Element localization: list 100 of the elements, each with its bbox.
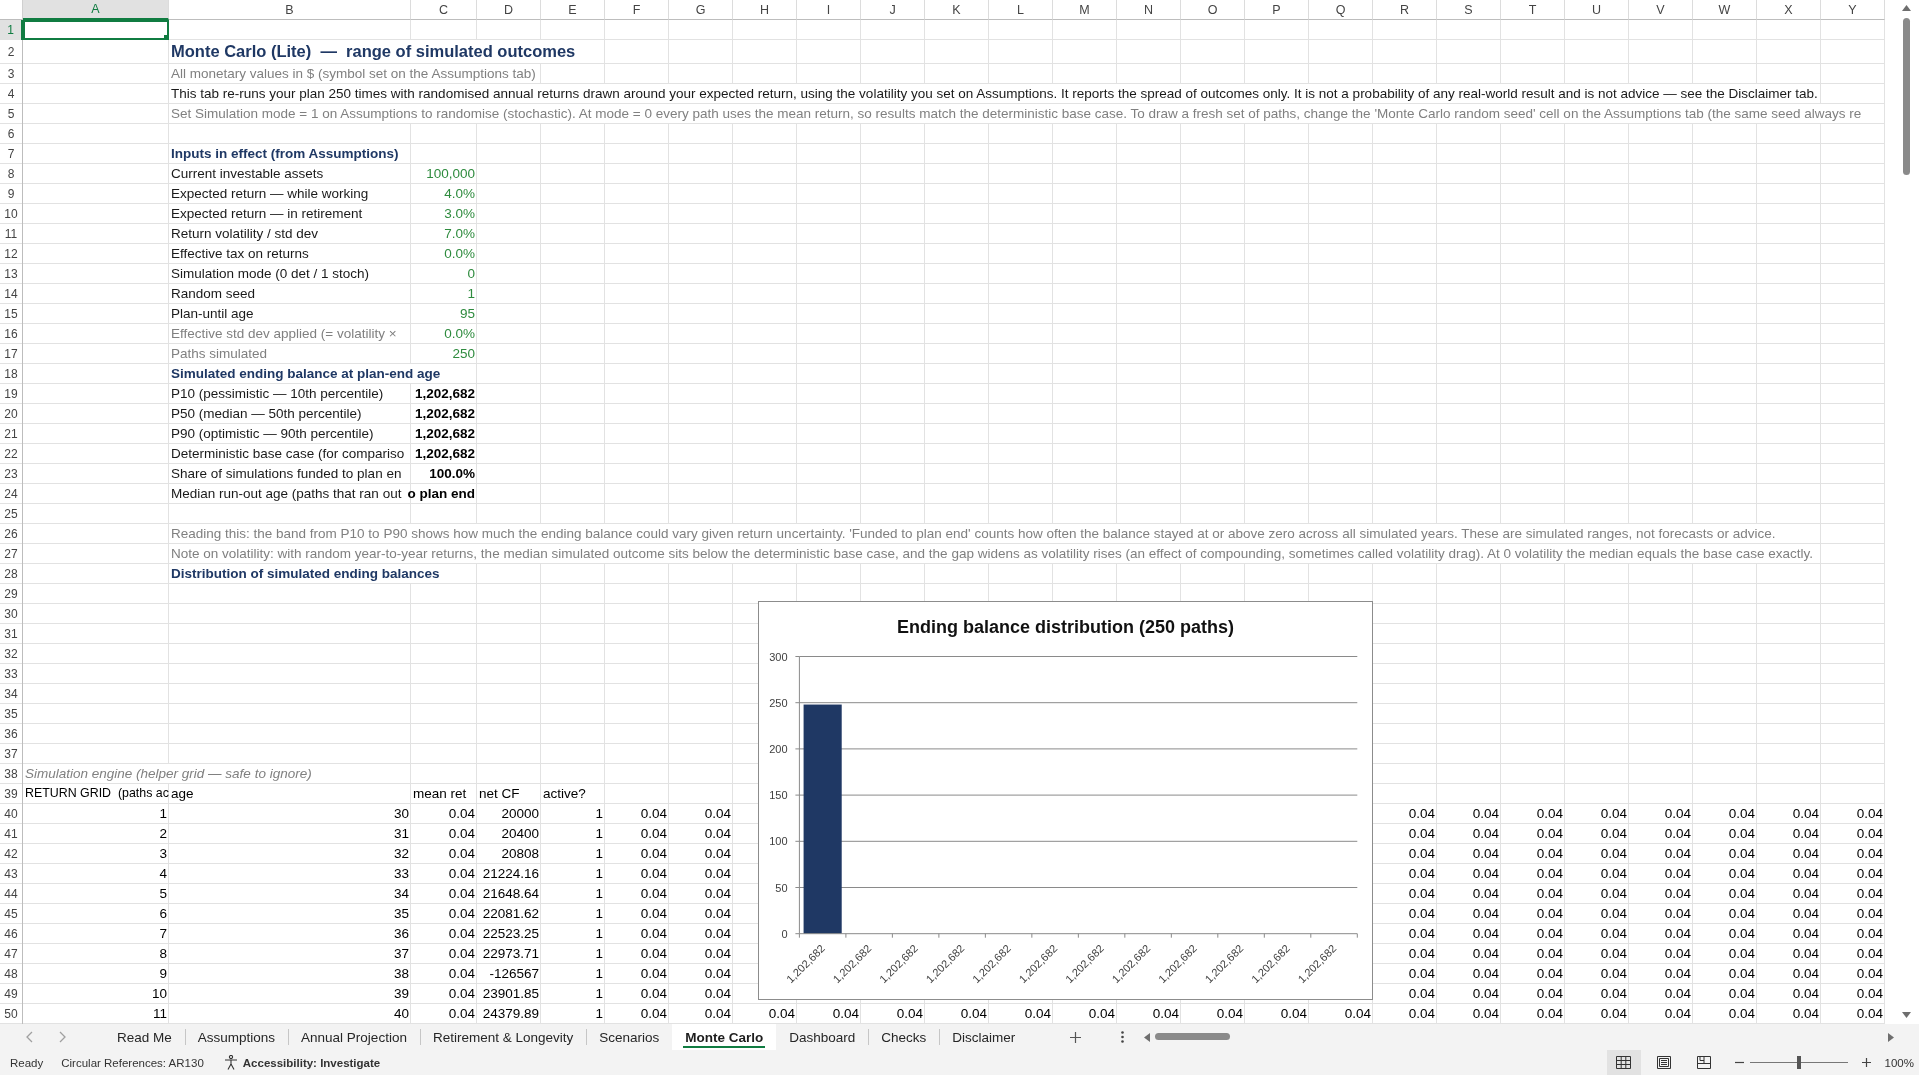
- row-header[interactable]: 2: [0, 40, 23, 64]
- column-header[interactable]: M: [1053, 0, 1117, 20]
- column-header[interactable]: W: [1693, 0, 1757, 20]
- column-header[interactable]: D: [477, 0, 541, 20]
- sheet-tab[interactable]: Dashboard: [776, 1024, 869, 1050]
- column-header[interactable]: Y: [1821, 0, 1885, 20]
- table-cell-text: 0.04: [1472, 825, 1499, 843]
- row-header[interactable]: 35: [0, 704, 23, 724]
- column-header[interactable]: S: [1437, 0, 1501, 20]
- column-header[interactable]: R: [1373, 0, 1437, 20]
- sheet-tab[interactable]: Read Me: [104, 1024, 185, 1050]
- table-cell-text: 0.04: [448, 925, 475, 943]
- table-cell-text: 22081.62: [482, 905, 539, 923]
- row-header[interactable]: 12: [0, 244, 23, 264]
- zoom-level[interactable]: 100%: [1884, 1056, 1914, 1069]
- column-header[interactable]: G: [669, 0, 733, 20]
- column-header[interactable]: N: [1117, 0, 1181, 20]
- row-header[interactable]: 10: [0, 204, 23, 224]
- row-header[interactable]: 7: [0, 144, 23, 164]
- column-header[interactable]: T: [1501, 0, 1565, 20]
- sheet-tab[interactable]: Monte Carlo: [672, 1024, 777, 1050]
- scrollbar-thumb[interactable]: [1902, 18, 1910, 175]
- status-text[interactable]: Circular References: AR130: [61, 1056, 204, 1069]
- row-header[interactable]: 28: [0, 564, 23, 584]
- column-header[interactable]: K: [925, 0, 989, 20]
- column-header[interactable]: V: [1629, 0, 1693, 20]
- row-header[interactable]: 37: [0, 744, 23, 764]
- arrow-up-icon[interactable]: [1901, 5, 1911, 11]
- row-header[interactable]: 38: [0, 764, 23, 784]
- column-header[interactable]: C: [411, 0, 477, 20]
- row-header[interactable]: 48: [0, 964, 23, 984]
- row-header[interactable]: 21: [0, 424, 23, 444]
- slider-thumb[interactable]: [1796, 1056, 1801, 1069]
- row-header[interactable]: 20: [0, 404, 23, 424]
- column-header[interactable]: P: [1245, 0, 1309, 20]
- table-cell-text: 0.04: [1472, 905, 1499, 923]
- column-header[interactable]: F: [605, 0, 669, 20]
- scrollbar-thumb[interactable]: [1155, 1033, 1231, 1040]
- column-header[interactable]: A: [23, 0, 169, 20]
- row-header[interactable]: 17: [0, 344, 23, 364]
- row-header[interactable]: 32: [0, 644, 23, 664]
- row-header[interactable]: 19: [0, 384, 23, 404]
- row-header[interactable]: 23: [0, 464, 23, 484]
- column-header[interactable]: L: [989, 0, 1053, 20]
- row-header[interactable]: 11: [0, 224, 23, 244]
- row-header[interactable]: 22: [0, 444, 23, 464]
- row-header[interactable]: 9: [0, 184, 23, 204]
- column-header[interactable]: Q: [1309, 0, 1373, 20]
- table-cell-text: 0.04: [1664, 825, 1691, 843]
- row-header[interactable]: 29: [0, 584, 23, 604]
- row-header[interactable]: 4: [0, 84, 23, 104]
- row-header[interactable]: 15: [0, 304, 23, 324]
- plus-icon[interactable]: [1070, 1031, 1082, 1043]
- row-header[interactable]: 45: [0, 904, 23, 924]
- row-header[interactable]: 41: [0, 824, 23, 844]
- accessibility-icon[interactable]: [223, 1055, 238, 1070]
- row-header[interactable]: 42: [0, 844, 23, 864]
- row-header[interactable]: 18: [0, 364, 23, 384]
- row-header[interactable]: 31: [0, 624, 23, 644]
- normal-view-button[interactable]: [1606, 1050, 1641, 1075]
- accessibility-status[interactable]: Accessibility: Investigate: [242, 1056, 381, 1069]
- row-header[interactable]: 1: [0, 20, 23, 40]
- more-dots-icon[interactable]: [1121, 1031, 1125, 1043]
- row-header[interactable]: 47: [0, 944, 23, 964]
- row-header[interactable]: 3: [0, 64, 23, 84]
- row-header[interactable]: 16: [0, 324, 23, 344]
- row-header[interactable]: 34: [0, 684, 23, 704]
- row-header[interactable]: 14: [0, 284, 23, 304]
- row-header[interactable]: 43: [0, 864, 23, 884]
- column-header[interactable]: J: [861, 0, 925, 20]
- column-header[interactable]: U: [1565, 0, 1629, 20]
- row-header[interactable]: 33: [0, 664, 23, 684]
- column-header[interactable]: B: [169, 0, 411, 20]
- row-header[interactable]: 24: [0, 484, 23, 504]
- row-header[interactable]: 40: [0, 804, 23, 824]
- column-header[interactable]: X: [1757, 0, 1821, 20]
- column-header[interactable]: I: [797, 0, 861, 20]
- row-header[interactable]: 25: [0, 504, 23, 524]
- column-header[interactable]: O: [1181, 0, 1245, 20]
- arrow-right-icon[interactable]: [1888, 1032, 1894, 1042]
- row-header[interactable]: 8: [0, 164, 23, 184]
- result-label: Deterministic base case (for compariso: [171, 445, 405, 463]
- row-header[interactable]: 39: [0, 784, 23, 804]
- row-header[interactable]: 46: [0, 924, 23, 944]
- row-header[interactable]: 30: [0, 604, 23, 624]
- row-header[interactable]: 26: [0, 524, 23, 544]
- row-header[interactable]: 49: [0, 984, 23, 1004]
- row-header[interactable]: 6: [0, 124, 23, 144]
- row-header[interactable]: 13: [0, 264, 23, 284]
- table-cell-text: 0.04: [1600, 925, 1627, 943]
- row-header[interactable]: 5: [0, 104, 23, 124]
- plus-icon[interactable]: [1861, 1058, 1871, 1067]
- column-header[interactable]: E: [541, 0, 605, 20]
- selected-cell[interactable]: [23, 20, 169, 40]
- arrow-left-icon[interactable]: [1144, 1032, 1151, 1042]
- column-header[interactable]: H: [733, 0, 797, 20]
- arrow-down-icon[interactable]: [1901, 1012, 1911, 1018]
- row-header[interactable]: 44: [0, 884, 23, 904]
- row-header[interactable]: 27: [0, 544, 23, 564]
- row-header[interactable]: 36: [0, 724, 23, 744]
